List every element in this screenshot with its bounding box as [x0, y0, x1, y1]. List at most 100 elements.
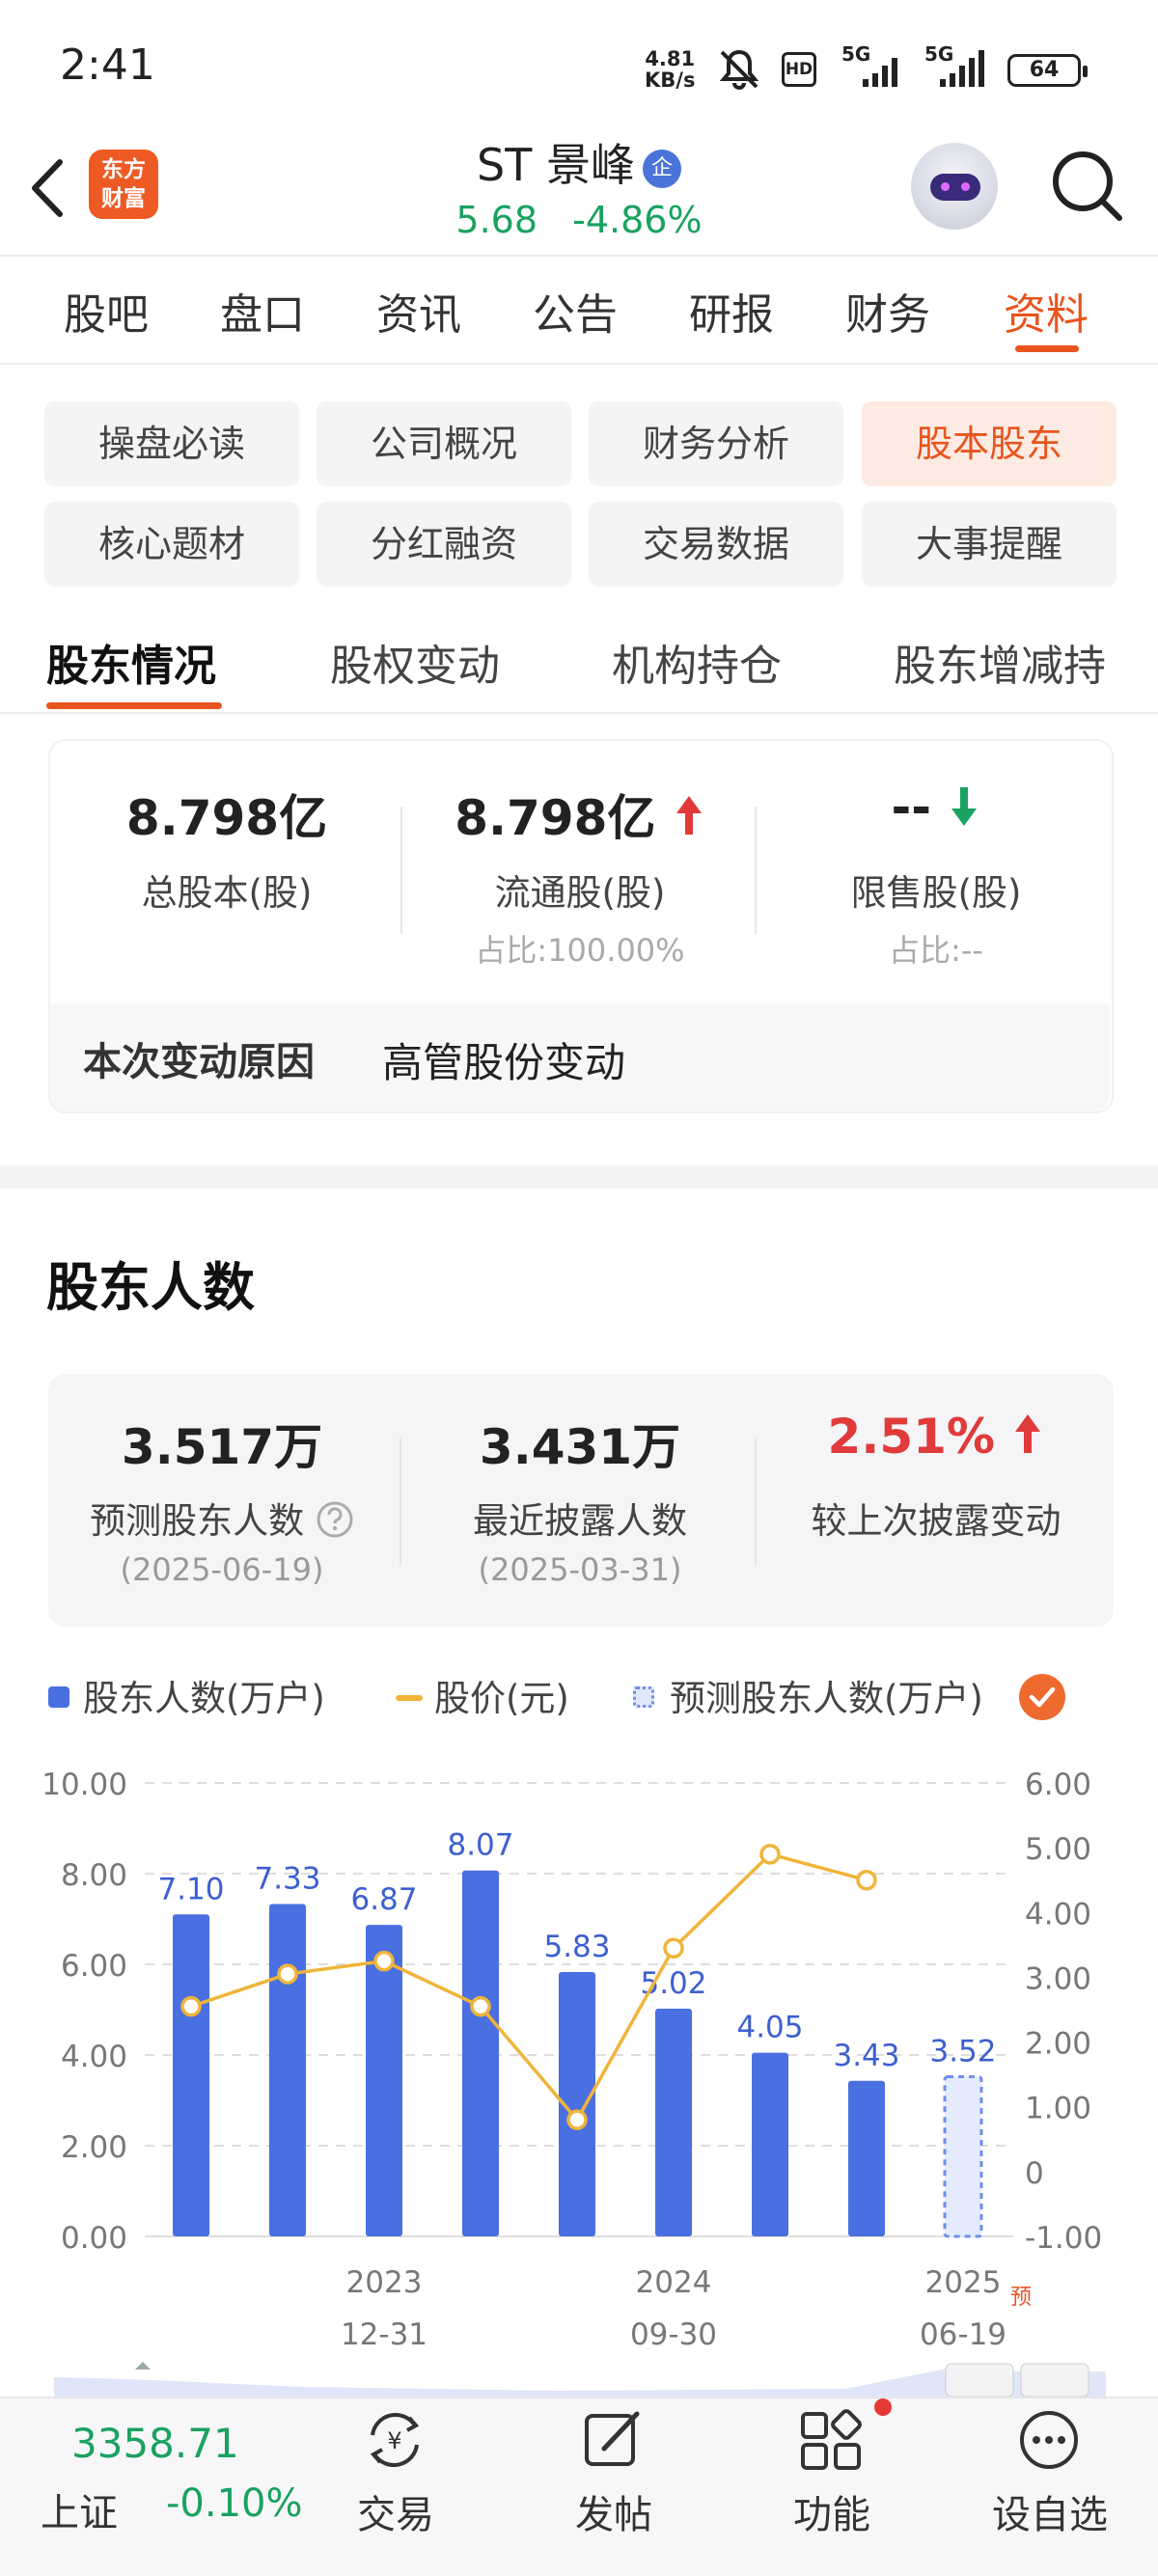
- nav-post[interactable]: 发帖: [546, 2483, 681, 2539]
- chip-financial-analysis[interactable]: 财务分析: [589, 401, 843, 486]
- holders-change-value: 2.51%: [768, 1409, 1104, 1465]
- restricted-shares-value: --: [768, 780, 1104, 836]
- legend-bar-swatch: [48, 1686, 69, 1708]
- enterprise-badge: 企: [642, 150, 681, 188]
- right-axis-tick: -1.00: [1025, 2221, 1102, 2256]
- chip-core-themes[interactable]: 核心题材: [44, 502, 299, 587]
- chip-share-capital[interactable]: 股本股东: [862, 401, 1117, 486]
- bar-value-label: 3.43: [833, 2039, 899, 2073]
- right-axis-tick: 3.00: [1025, 1961, 1091, 1996]
- active-tab-indicator: [1015, 345, 1079, 352]
- function-notification-dot: [874, 2398, 892, 2416]
- arrow-down-icon: [951, 787, 978, 826]
- price-point: [277, 1963, 298, 1985]
- restricted-shares-number: --: [891, 780, 932, 836]
- chip-dividend-financing[interactable]: 分红融资: [317, 502, 571, 587]
- tab-profile[interactable]: 资料: [1004, 280, 1089, 342]
- holders-change-label: 较上次披露变动: [811, 1500, 1062, 1542]
- signal-icon-1: [863, 58, 897, 87]
- total-shares-value: 8.798亿: [125, 790, 328, 846]
- chip-event-reminder[interactable]: 大事提醒: [862, 502, 1117, 587]
- help-question-icon[interactable]: [316, 1500, 354, 1539]
- latest-holders-value: 3.431万: [479, 1419, 681, 1475]
- mute-icon: [719, 49, 759, 90]
- index-name[interactable]: 上证: [41, 2481, 118, 2537]
- subtab-holder-changes[interactable]: 股东增减持: [894, 631, 1106, 693]
- bar: [655, 2009, 692, 2236]
- legend-forecast[interactable]: 预测股东人数(万户): [670, 1669, 983, 1721]
- check-icon: [1029, 1686, 1056, 1708]
- bar: [269, 1904, 306, 2236]
- float-shares-number: 8.798亿: [455, 790, 656, 846]
- price-point: [663, 1937, 684, 1959]
- bar-value-label: 8.07: [447, 1828, 513, 1863]
- left-axis-tick: 2.00: [61, 2130, 127, 2165]
- function-grid-icon[interactable]: [797, 2406, 865, 2474]
- subtab-equity-change[interactable]: 股权变动: [330, 631, 500, 693]
- x-tick-year: 2024: [636, 2265, 712, 2300]
- legend-forecast-swatch: [633, 1686, 654, 1708]
- chip-company-overview[interactable]: 公司概况: [317, 401, 571, 486]
- stock-name: ST 景峰: [477, 139, 635, 191]
- tab-news[interactable]: 资讯: [376, 280, 461, 342]
- forecast-tag: 预: [1010, 2286, 1032, 2310]
- x-tick-date: 06-19: [920, 2317, 1006, 2352]
- separator: [755, 1438, 757, 1565]
- legend-toggle-check[interactable]: [1019, 1674, 1065, 1720]
- total-shares-label: 总股本(股): [141, 872, 313, 914]
- trade-yen-icon[interactable]: ¥: [361, 2406, 428, 2474]
- subtab-indicator: [46, 702, 222, 709]
- price-point: [470, 1995, 491, 2017]
- hd-icon: HD: [782, 52, 816, 87]
- chart-range-overview[interactable]: [54, 2358, 1106, 2397]
- tab-announcement[interactable]: 公告: [533, 280, 618, 342]
- right-axis-tick: 5.00: [1025, 1832, 1091, 1867]
- forecast-holders-label: 预测股东人数: [58, 1492, 386, 1544]
- chip-trading-must-read[interactable]: 操盘必读: [44, 401, 299, 486]
- nav-function[interactable]: 功能: [764, 2483, 899, 2539]
- nav-trade[interactable]: 交易: [328, 2483, 463, 2539]
- legend-holders[interactable]: 股东人数(万户): [83, 1669, 325, 1721]
- forecast-holders-value: 3.517万: [121, 1419, 323, 1475]
- post-pen-icon[interactable]: [579, 2406, 647, 2474]
- change-reason-title: 本次变动原因: [83, 1040, 315, 1084]
- bar-value-label: 7.33: [254, 1861, 320, 1896]
- index-value[interactable]: 3358.71: [71, 2420, 239, 2467]
- left-axis-tick: 6.00: [61, 1949, 127, 1984]
- separator: [400, 1438, 401, 1565]
- nav-add-watchlist[interactable]: 设自选: [982, 2483, 1117, 2539]
- net-speed-value: 4.81: [645, 47, 696, 70]
- chip-trading-data[interactable]: 交易数据: [589, 502, 843, 587]
- legend-price[interactable]: 股价(元): [434, 1669, 569, 1721]
- net-speed-unit: KB/s: [645, 69, 696, 92]
- holders-change-number: 2.51%: [827, 1409, 996, 1465]
- price-point: [180, 1995, 202, 2017]
- tab-research[interactable]: 研报: [689, 280, 774, 342]
- tab-finance[interactable]: 财务: [845, 280, 930, 342]
- latest-holders-label: 最近披露人数: [473, 1500, 687, 1542]
- change-reason-text: 高管股份变动: [382, 1039, 626, 1086]
- more-dots-icon[interactable]: [1015, 2406, 1083, 2474]
- subtab-shareholders[interactable]: 股东情况: [46, 631, 216, 693]
- section-title-shareholders: 股东人数: [46, 1257, 255, 1318]
- right-axis-tick: 2.00: [1025, 2027, 1091, 2062]
- section-gap: [0, 1165, 1158, 1189]
- tab-guba[interactable]: 股吧: [64, 280, 149, 342]
- status-time: 2:41: [60, 41, 155, 90]
- x-tick-year: 2023: [346, 2265, 423, 2300]
- index-change[interactable]: -0.10%: [166, 2481, 303, 2526]
- assistant-avatar[interactable]: [911, 143, 998, 230]
- forecast-holders-date: (2025-06-19): [120, 1551, 324, 1588]
- tab-pankou[interactable]: 盘口: [220, 280, 305, 342]
- price-point: [759, 1844, 781, 1865]
- price-point: [856, 1869, 877, 1891]
- bar: [752, 2052, 788, 2236]
- right-axis-tick: 4.00: [1025, 1897, 1091, 1932]
- legend-line-swatch: [396, 1695, 423, 1701]
- net-speed: 4.81 KB/s: [645, 48, 695, 91]
- bar-value-label: 6.87: [350, 1882, 417, 1917]
- subtabs-divider: [0, 712, 1158, 714]
- stock-price: 5.68: [455, 199, 538, 241]
- subtab-institution-holdings[interactable]: 机构持仓: [612, 631, 782, 693]
- search-icon[interactable]: [1048, 147, 1125, 224]
